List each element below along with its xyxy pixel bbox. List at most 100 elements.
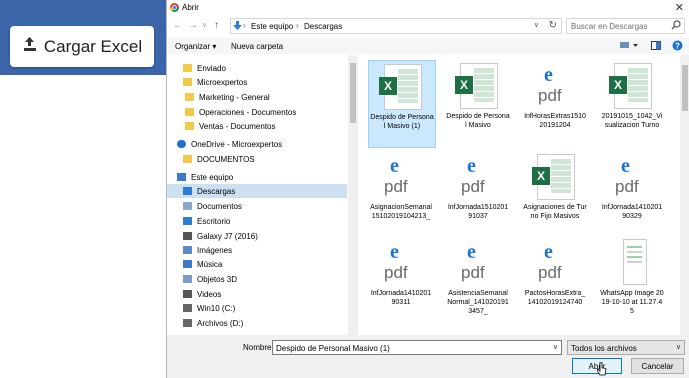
file-item[interactable]: X 20191015_1042_Visualizacion Turno [599,60,665,146]
tree-item-label: Este equipo [191,172,234,182]
tree-item[interactable]: Marketing - General [167,90,347,104]
excel-file-icon: X [609,63,652,109]
close-icon[interactable]: ✕ [675,1,684,14]
filename-dropdown-icon[interactable]: ∨ [553,343,558,351]
preview-pane-icon[interactable] [651,41,661,52]
pdf-file-icon: e pdf [461,155,485,196]
file-item[interactable]: WhatsApp Image 2019-10-10 at 11.27.45 [599,237,665,323]
tree-item[interactable]: Win10 (C:) [167,301,347,315]
file-item[interactable]: e pdf InfJornada141020190329 [599,151,665,237]
tree-item[interactable]: Objetos 3D [167,272,347,286]
file-item[interactable]: e pdf InfJornada151020191037 [445,151,511,237]
file-item[interactable]: e pdf PactosHorasExtra_14102019124740 [522,237,588,323]
organizar-label: Organizar [175,42,211,51]
tree-item-label: Documentos [197,201,242,211]
file-item[interactable]: X Despido de Personal Masivo [445,60,511,146]
view-options-icon[interactable] [619,40,639,52]
breadcrumb-separator-icon: › [243,21,246,30]
tree-item[interactable]: Enviado [167,61,347,75]
tree-item-label: Objetos 3D [197,274,238,284]
tree-item[interactable]: Galaxy J7 (2016) [167,229,347,243]
desktop-icon [183,217,192,225]
cancelar-button[interactable]: Cancelar [631,358,684,374]
tree-item[interactable]: Descargas [167,184,347,198]
drive-icon [183,304,192,312]
organizar-menu[interactable]: Organizar ▾ [175,42,216,51]
folder-icon [183,78,192,86]
file-item-label: InfJornada151020191037 [447,204,509,220]
tree-item-label: Videos [197,289,222,299]
pdf-file-icon: e pdf [461,241,485,282]
drive-icon [183,319,192,327]
nueva-carpeta-button[interactable]: Nueva carpeta [231,42,283,51]
cargar-excel-button[interactable]: Cargar Excel [10,26,154,67]
file-list-scroll-thumb[interactable] [682,65,688,111]
tree-item-label: Escritorio [197,216,231,226]
pdf-file-icon: e pdf [615,155,639,196]
address-row: ← → ∨ ↑ › Este equipo › Descargas ∨ ↻ Bu… [167,16,689,36]
pdf-file-icon: e pdf [384,241,408,282]
dialog-title: Abrir [182,3,199,12]
file-list-scrollbar[interactable] [680,55,689,335]
navigation-scrollbar[interactable] [348,55,358,335]
open-file-dialog: Abrir ✕ ← → ∨ ↑ › Este equipo › Descarga… [166,0,689,378]
tree-item[interactable]: Ventas - Documentos [167,119,347,133]
cloud-icon [177,140,186,148]
up-arrow-icon[interactable]: ↑ [214,20,219,31]
breadcrumb-este-equipo[interactable]: Este equipo [251,22,293,31]
tree-item[interactable]: Este equipo [167,170,347,184]
breadcrumb-separator-icon: › [296,21,299,30]
filename-input[interactable]: Despido de Personal Masivo (1) ∨ [272,340,562,355]
file-item[interactable]: e pdf AsignacionSemanal15102019104213_ [368,151,434,237]
folder-icon [183,64,192,72]
recent-dropdown-icon[interactable]: ∨ [202,21,207,29]
tree-item[interactable]: Escritorio [167,214,347,228]
pdf-file-icon: e pdf [538,64,562,105]
help-icon[interactable]: ? [672,40,683,53]
file-item[interactable]: e pdf AsistenciaSemanalNormal_141020191345… [445,237,511,323]
file-item-label: AsistenciaSemanalNormal_1410201913457_ [447,290,509,315]
tree-item[interactable]: Documentos [167,199,347,213]
tree-item[interactable]: Imágenes [167,243,347,257]
tree-item[interactable]: Microexpertos [167,75,347,89]
tree-item-label: Operaciones - Documentos [199,107,297,117]
address-bar[interactable]: › Este equipo › Descargas ∨ ↻ [230,18,562,34]
tree-item[interactable]: Videos [167,287,347,301]
file-item[interactable]: e pdf InfHorasExtras151020191204 [522,60,588,146]
file-type-select[interactable]: Todos los archivos ∨ [567,340,685,355]
file-item-label: Asignaciones de Turno Fijo Masivos [523,204,587,220]
address-dropdown-icon[interactable]: ∨ [534,21,539,29]
documents-icon [183,202,192,210]
dialog-footer: Nombre: Despido de Personal Masivo (1) ∨… [167,335,689,378]
folder-icon [185,93,194,101]
file-item[interactable]: X Despido de Personal Masivo (1) [368,60,436,148]
forward-arrow-icon[interactable]: → [188,20,198,31]
search-box[interactable]: Buscar en Descargas [566,18,685,34]
breadcrumb-descargas[interactable]: Descargas [304,22,342,31]
pdf-file-icon: e pdf [384,155,408,196]
video-icon [183,290,192,298]
tree-item-label: OneDrive - Microexpertos [191,139,283,149]
tree-item-label: Enviado [197,63,226,73]
upload-icon [22,36,38,57]
tree-item[interactable]: Operaciones - Documentos [167,105,347,119]
file-item[interactable]: X Asignaciones de Turno Fijo Masivos [522,151,588,237]
file-item-label: PactosHorasExtra_14102019124740 [524,290,586,306]
svg-text:?: ? [675,42,680,51]
back-arrow-icon[interactable]: ← [173,20,183,31]
search-input[interactable]: Buscar en Descargas [571,22,647,31]
file-item-label: InfHorasExtras151020191204 [524,113,586,129]
tree-item[interactable]: Archivos (D:) [167,316,347,330]
tree-item[interactable]: DOCUMENTOS [167,152,347,166]
file-list: X Despido de Personal Masivo (1) X Despido … [358,55,680,335]
file-item[interactable]: e pdf InfJornada141020190311 [368,237,434,323]
tree-item[interactable]: OneDrive - Microexpertos [167,137,347,151]
tree-item-label: DOCUMENTOS [197,154,255,164]
navigation-scroll-thumb[interactable] [350,63,356,123]
refresh-icon[interactable]: ↻ [549,20,557,31]
tree-item-label: Archivos (D:) [197,318,244,328]
excel-file-icon: X [455,63,498,109]
tree-item[interactable]: Música [167,257,347,271]
file-item-label: InfJornada141020190329 [601,204,663,220]
folder-icon [185,122,194,130]
